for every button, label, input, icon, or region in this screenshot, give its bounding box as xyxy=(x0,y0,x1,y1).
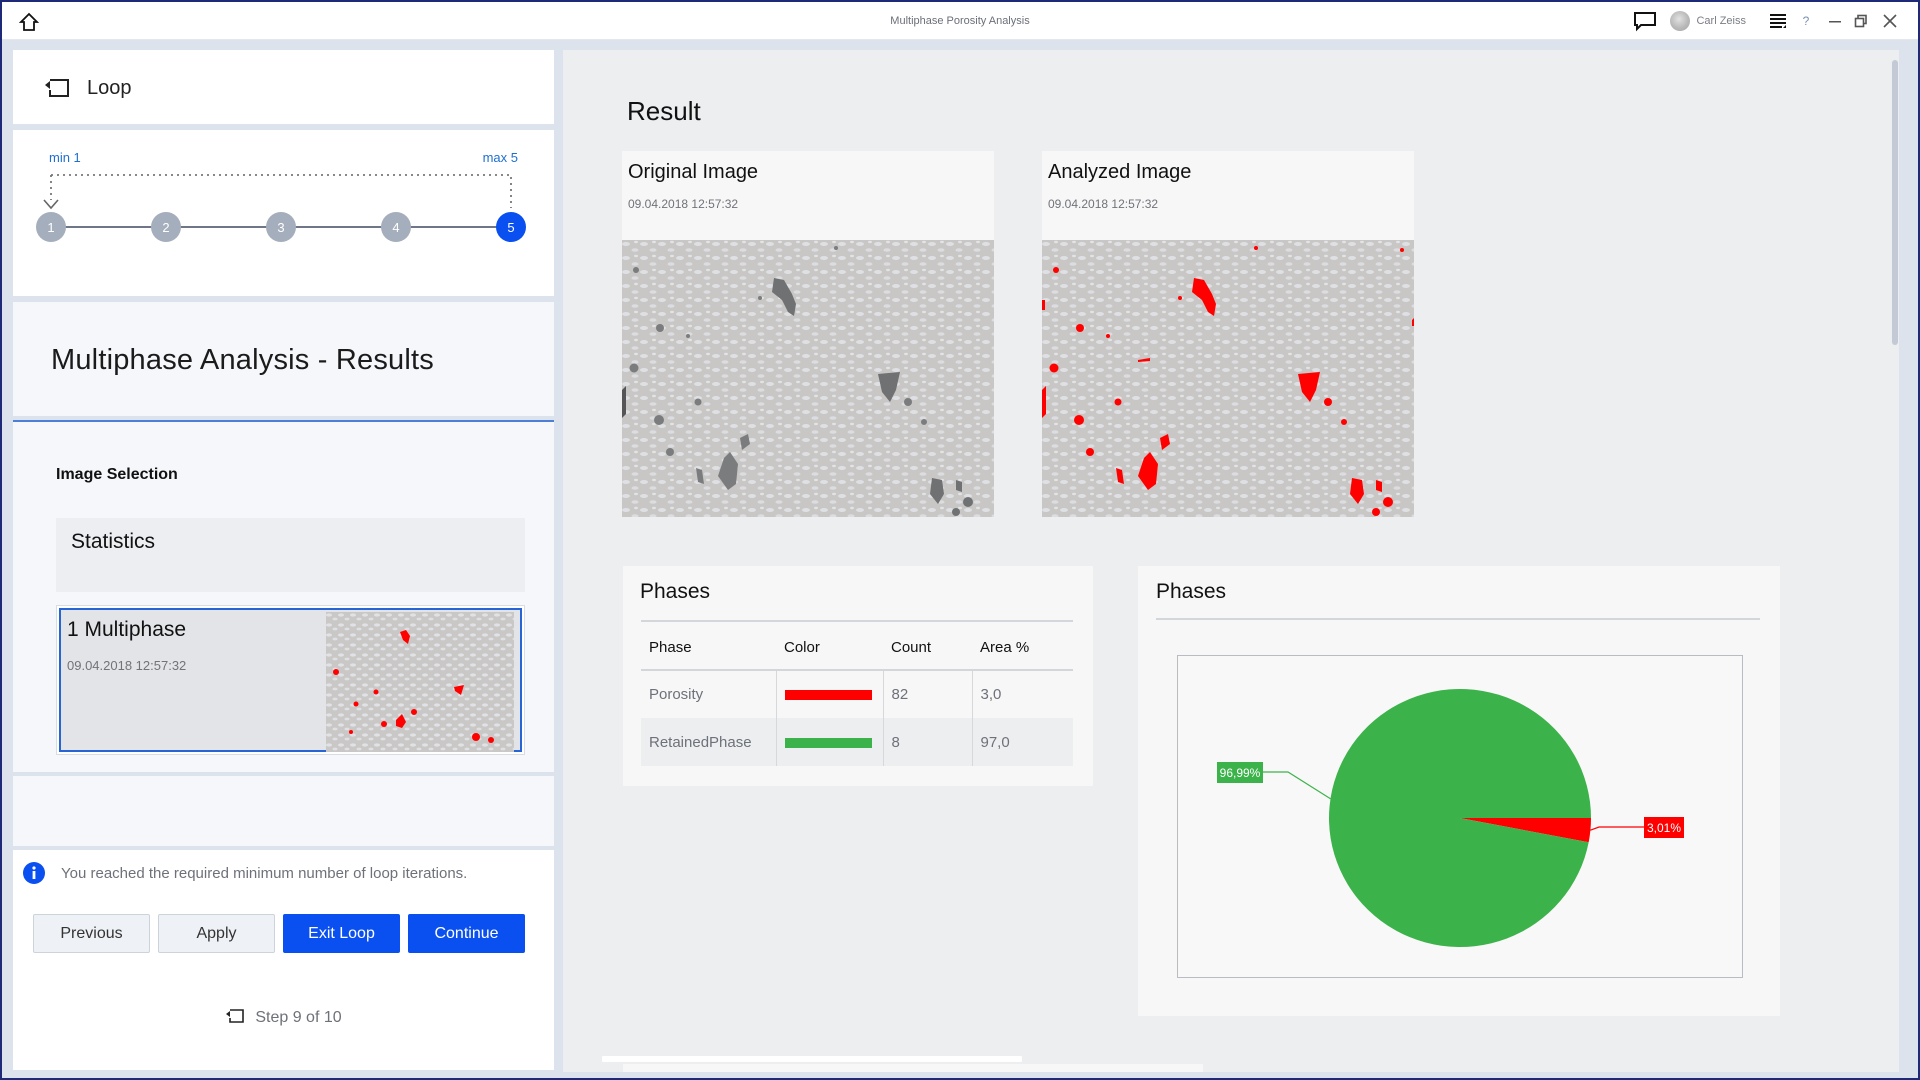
step-node-4[interactable]: 4 xyxy=(381,212,411,242)
analyzed-image[interactable] xyxy=(1042,240,1414,517)
pie-chart-svg: 96,99% 3,01% xyxy=(1217,689,1684,948)
vertical-scrollbar[interactable] xyxy=(1892,60,1898,345)
phases-table-title: Phases xyxy=(640,580,711,603)
wizard-footer: You reached the required minimum number … xyxy=(13,850,554,1070)
data-label: 3,01% xyxy=(1647,821,1681,835)
loop-arrow-icon xyxy=(43,199,59,210)
step-node-2[interactable]: 2 xyxy=(151,212,181,242)
apply-button[interactable]: Apply xyxy=(158,914,275,953)
step-node-1[interactable]: 1 xyxy=(36,212,66,242)
phase-name: RetainedPhase xyxy=(641,718,777,766)
main-content: Result Original Image 09.04.2018 12:57:3… xyxy=(563,50,1899,1072)
phases-table: Phase Color Count Area % Porosity 82 3,0… xyxy=(641,625,1073,766)
column-header-count[interactable]: Count xyxy=(883,625,972,671)
image-list-item[interactable]: 1 Multiphase 09.04.2018 12:57:32 xyxy=(56,605,525,755)
phase-count: 8 xyxy=(883,718,973,766)
loop-label: Loop xyxy=(87,77,132,99)
horizontal-scrollbar[interactable] xyxy=(602,1056,1022,1062)
section-title: Multiphase Analysis - Results xyxy=(51,344,434,376)
exit-loop-button[interactable]: Exit Loop xyxy=(283,914,400,953)
original-image-title: Original Image xyxy=(628,161,759,183)
color-swatch xyxy=(784,737,872,748)
loop-stepper: min 1 max 5 1 2 3 4 5 xyxy=(13,130,554,296)
chat-icon[interactable] xyxy=(1632,8,1658,34)
section-title-card: Multiphase Analysis - Results xyxy=(13,302,554,416)
phase-area: 3,0 xyxy=(980,686,1002,703)
help-icon[interactable]: ? xyxy=(1800,14,1812,28)
original-image-timestamp: 09.04.2018 12:57:32 xyxy=(628,197,739,211)
restore-icon[interactable] xyxy=(1854,14,1868,28)
data-label: 96,99% xyxy=(1220,766,1261,780)
loop-icon xyxy=(226,1009,245,1023)
table-header-row: Phase Color Count Area % xyxy=(641,625,1073,671)
info-icon xyxy=(23,862,45,884)
menu-icon[interactable] xyxy=(1768,11,1788,31)
leader-line xyxy=(1590,826,1644,831)
loop-icon xyxy=(45,79,69,97)
column-header-area[interactable]: Area % xyxy=(972,625,1073,671)
phase-name: Porosity xyxy=(641,670,777,718)
step-indicator: Step 9 of 10 xyxy=(13,1008,554,1027)
column-header-color[interactable]: Color xyxy=(776,625,883,671)
step-indicator-text: Step 9 of 10 xyxy=(255,1009,342,1026)
close-icon[interactable] xyxy=(1882,13,1898,29)
original-image[interactable] xyxy=(622,240,994,517)
result-title: Result xyxy=(627,96,701,126)
loop-header: Loop xyxy=(13,50,554,124)
image-item-timestamp: 09.04.2018 12:57:32 xyxy=(67,658,187,673)
continue-button[interactable]: Continue xyxy=(408,914,525,953)
step-node-5[interactable]: 5 xyxy=(496,212,526,242)
table-row[interactable]: Porosity 82 3,0 xyxy=(641,670,1073,718)
user-name[interactable]: Carl Zeiss xyxy=(1696,15,1746,27)
phase-color xyxy=(776,718,884,766)
analyzed-image-timestamp: 09.04.2018 12:57:32 xyxy=(1048,197,1159,211)
image-thumbnail xyxy=(326,612,514,752)
statistics-label: Statistics xyxy=(71,530,156,553)
image-selection-label: Image Selection xyxy=(56,466,178,483)
info-message: You reached the required minimum number … xyxy=(61,865,468,882)
app-title: Multiphase Porosity Analysis xyxy=(890,15,1030,27)
minimize-icon[interactable] xyxy=(1828,14,1842,28)
image-selection-panel: Image Selection Statistics 1 Multiphase … xyxy=(13,420,554,772)
color-swatch xyxy=(784,690,872,701)
statistics-item[interactable]: Statistics xyxy=(56,518,525,592)
leader-line xyxy=(1263,771,1331,800)
title-bar: Multiphase Porosity Analysis Carl Zeiss … xyxy=(2,2,1918,40)
phase-color xyxy=(776,670,884,718)
phases-chart-card: Phases 96,99% 3,01% xyxy=(1138,566,1780,1016)
table-row[interactable]: RetainedPhase 8 97,0 xyxy=(641,718,1073,766)
analyzed-image-card: Analyzed Image 09.04.2018 12:57:32 xyxy=(1042,151,1414,517)
avatar[interactable] xyxy=(1670,11,1691,31)
spacer-card xyxy=(13,776,554,846)
analyzed-image-title: Analyzed Image xyxy=(1048,161,1192,183)
phase-count: 82 xyxy=(883,670,973,718)
divider xyxy=(1156,618,1760,620)
phases-chart-title: Phases xyxy=(1156,580,1227,603)
column-header-phase[interactable]: Phase xyxy=(641,625,776,671)
phases-table-card: Phases Phase Color Count Area % Porosity… xyxy=(623,566,1093,786)
pie-chart: 96,99% 3,01% xyxy=(1177,655,1743,978)
previous-button[interactable]: Previous xyxy=(33,914,150,953)
phase-area: 97,0 xyxy=(972,718,1073,766)
image-item-title: 1 Multiphase xyxy=(67,618,187,641)
step-node-3[interactable]: 3 xyxy=(266,212,296,242)
next-card-peek xyxy=(623,1064,1203,1072)
divider xyxy=(641,620,1073,622)
original-image-card: Original Image 09.04.2018 12:57:32 xyxy=(622,151,994,517)
